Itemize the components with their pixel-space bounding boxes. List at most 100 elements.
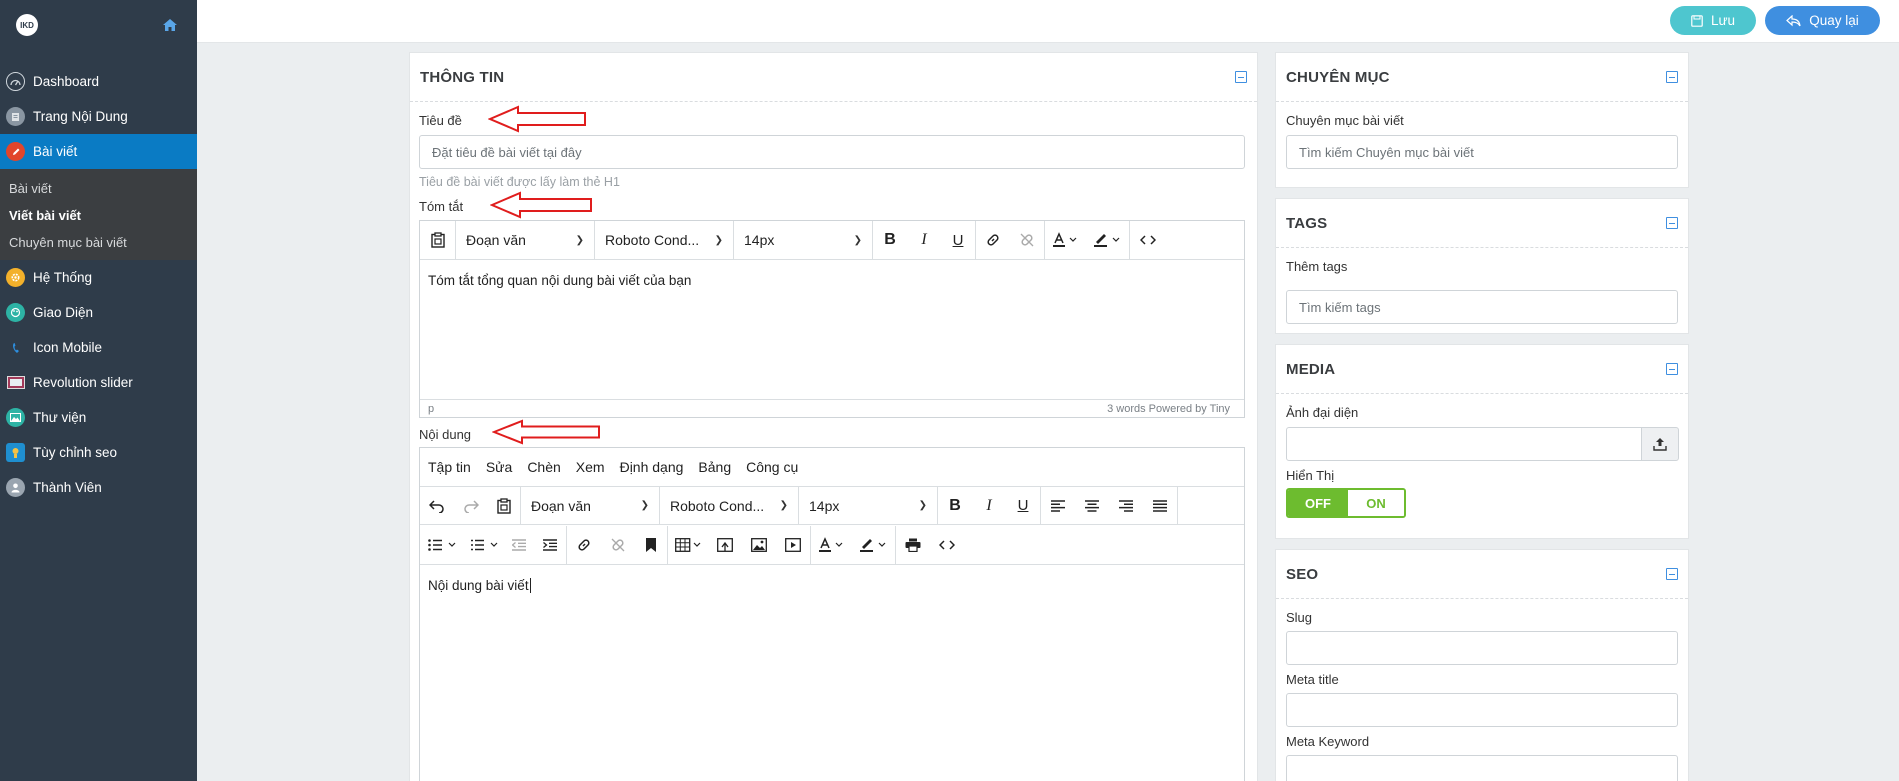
tags-search-input[interactable]: Tìm kiếm tags [1286, 290, 1678, 324]
table-icon[interactable] [668, 526, 708, 565]
video-icon[interactable] [776, 526, 810, 565]
save-button[interactable]: Lưu [1670, 6, 1756, 35]
sidebar-item-bai-viet[interactable]: Bài viết [0, 134, 197, 169]
image-icon[interactable] [742, 526, 776, 565]
indent-icon[interactable] [534, 526, 566, 565]
summary-content[interactable]: Tóm tắt tổng quan nội dung bài viết của … [428, 273, 691, 288]
redo-icon[interactable] [454, 486, 488, 525]
home-icon[interactable] [161, 16, 179, 34]
sidebar-item-icon-mobile[interactable]: Icon Mobile [0, 330, 197, 365]
collapse-icon[interactable] [1666, 217, 1678, 229]
sidebar-item-revolution-slider[interactable]: Revolution slider [0, 365, 197, 400]
category-search-input[interactable]: Tìm kiếm Chuyên mục bài viết [1286, 135, 1678, 169]
link-icon[interactable] [976, 221, 1010, 260]
align-center-icon[interactable] [1075, 486, 1109, 525]
align-right-icon[interactable] [1109, 486, 1143, 525]
sidebar-item-tuy-chinh-seo[interactable]: Tùy chỉnh seo [0, 435, 197, 470]
embed-icon[interactable] [708, 526, 742, 565]
bookmark-icon[interactable] [635, 526, 667, 565]
source-code-icon[interactable] [1130, 221, 1166, 260]
text-color-icon[interactable] [811, 526, 851, 565]
title-input[interactable]: Đặt tiêu đề bài viết tại đây [419, 135, 1245, 169]
text-color-icon[interactable] [1045, 221, 1085, 260]
sidebar-item-label: Trang Nội Dung [33, 109, 128, 124]
menu-sua[interactable]: Sửa [486, 459, 513, 475]
block-format-select[interactable]: Đoạn văn ❯ [521, 486, 659, 525]
italic-icon[interactable]: I [972, 486, 1006, 525]
sidebar-item-label: Hệ Thống [33, 270, 93, 285]
reply-icon [1786, 14, 1801, 26]
collapse-icon[interactable] [1235, 71, 1247, 83]
title-hint: Tiêu đề bài viết được lấy làm thẻ H1 [419, 175, 620, 189]
logo[interactable]: IKD [16, 14, 38, 36]
sidebar-item-he-thong[interactable]: Hệ Thống [0, 260, 197, 295]
paste-icon[interactable] [488, 486, 520, 525]
image-path-input[interactable] [1286, 427, 1642, 461]
bold-icon[interactable]: B [938, 486, 972, 525]
highlight-color-icon[interactable] [851, 526, 895, 565]
sidebar-item-trang-noi-dung[interactable]: Trang Nội Dung [0, 99, 197, 134]
sidebar-item-thanh-vien[interactable]: Thành Viên [0, 470, 197, 505]
font-size-select[interactable]: 14px ❯ [734, 221, 872, 260]
undo-icon[interactable] [420, 486, 454, 525]
bold-icon[interactable]: B [873, 221, 907, 260]
font-family-select[interactable]: Roboto Cond... ❯ [660, 486, 798, 525]
meta-keyword-input[interactable] [1286, 755, 1678, 781]
font-family-value: Roboto Cond... [670, 497, 765, 514]
submenu-item-bai-viet[interactable]: Bài viết [0, 175, 197, 202]
chevron-down-icon: ❯ [779, 500, 788, 511]
italic-icon[interactable]: I [907, 221, 941, 260]
annotation-arrow [488, 105, 586, 133]
collapse-icon[interactable] [1666, 568, 1678, 580]
print-icon[interactable] [896, 526, 930, 565]
font-family-select[interactable]: Roboto Cond... ❯ [595, 221, 733, 260]
sidebar-item-dashboard[interactable]: Dashboard [0, 64, 197, 99]
block-format-select[interactable]: Đoạn văn ❯ [456, 221, 594, 260]
content-toolbar-row1: Đoạn văn ❯ Roboto Cond... ❯ 14px ❯ B I U [420, 486, 1244, 525]
submenu-item-viet-bai-viet[interactable]: Viết bài viết [0, 202, 197, 229]
submenu-item-chuyen-muc[interactable]: Chuyên mục bài viết [0, 229, 197, 256]
sidebar-item-label: Thư viện [33, 410, 87, 425]
menu-tap-tin[interactable]: Tập tin [428, 459, 471, 475]
source-code-icon[interactable] [930, 526, 964, 565]
meta-title-label: Meta title [1286, 672, 1339, 687]
sidebar-item-giao-dien[interactable]: Giao Diện [0, 295, 197, 330]
paste-icon[interactable] [420, 221, 455, 260]
menu-dinh-dang[interactable]: Định dạng [620, 459, 684, 475]
tags-panel: TAGS Thêm tags Tìm kiếm tags [1275, 198, 1689, 334]
numbered-list-icon[interactable] [464, 526, 504, 565]
upload-button[interactable] [1641, 427, 1679, 461]
content-body[interactable]: Nội dung bài viết [428, 578, 531, 593]
save-label: Lưu [1710, 13, 1736, 28]
chuyen-muc-panel: CHUYÊN MỤC Chuyên mục bài viết Tìm kiếm … [1275, 52, 1689, 188]
menu-xem[interactable]: Xem [576, 459, 605, 475]
font-size-select[interactable]: 14px ❯ [799, 486, 937, 525]
slug-input[interactable] [1286, 631, 1678, 665]
underline-icon[interactable]: U [1006, 486, 1040, 525]
sidebar: IKD Dashboard Trang Nội Dung Bài viết Bà… [0, 0, 197, 781]
unlink-icon[interactable] [1010, 221, 1044, 260]
panel-title: MEDIA [1286, 360, 1336, 378]
content-editor: Tập tin Sửa Chèn Xem Định dạng Bảng Công… [419, 447, 1245, 781]
menu-chen[interactable]: Chèn [527, 459, 560, 475]
unlink-icon[interactable] [601, 526, 635, 565]
menu-bang[interactable]: Bảng [698, 459, 731, 475]
meta-title-input[interactable] [1286, 693, 1678, 727]
bullet-list-icon[interactable] [420, 526, 464, 565]
underline-icon[interactable]: U [941, 221, 975, 260]
display-toggle[interactable]: OFF ON [1286, 488, 1406, 518]
thong-tin-panel: THÔNG TIN Tiêu đề Đặt tiêu đề bài viết t… [409, 52, 1258, 781]
outdent-icon[interactable] [504, 526, 534, 565]
menu-cong-cu[interactable]: Công cụ [746, 459, 798, 475]
content-toolbar-row2 [420, 525, 1244, 565]
annotation-arrow [490, 191, 592, 219]
highlight-color-icon[interactable] [1085, 221, 1129, 260]
collapse-icon[interactable] [1666, 363, 1678, 375]
align-left-icon[interactable] [1041, 486, 1075, 525]
sidebar-item-thu-vien[interactable]: Thư viện [0, 400, 197, 435]
back-button[interactable]: Quay lại [1765, 6, 1880, 35]
collapse-icon[interactable] [1666, 71, 1678, 83]
align-justify-icon[interactable] [1143, 486, 1177, 525]
toggle-off-label: OFF [1288, 490, 1348, 516]
link-icon[interactable] [567, 526, 601, 565]
